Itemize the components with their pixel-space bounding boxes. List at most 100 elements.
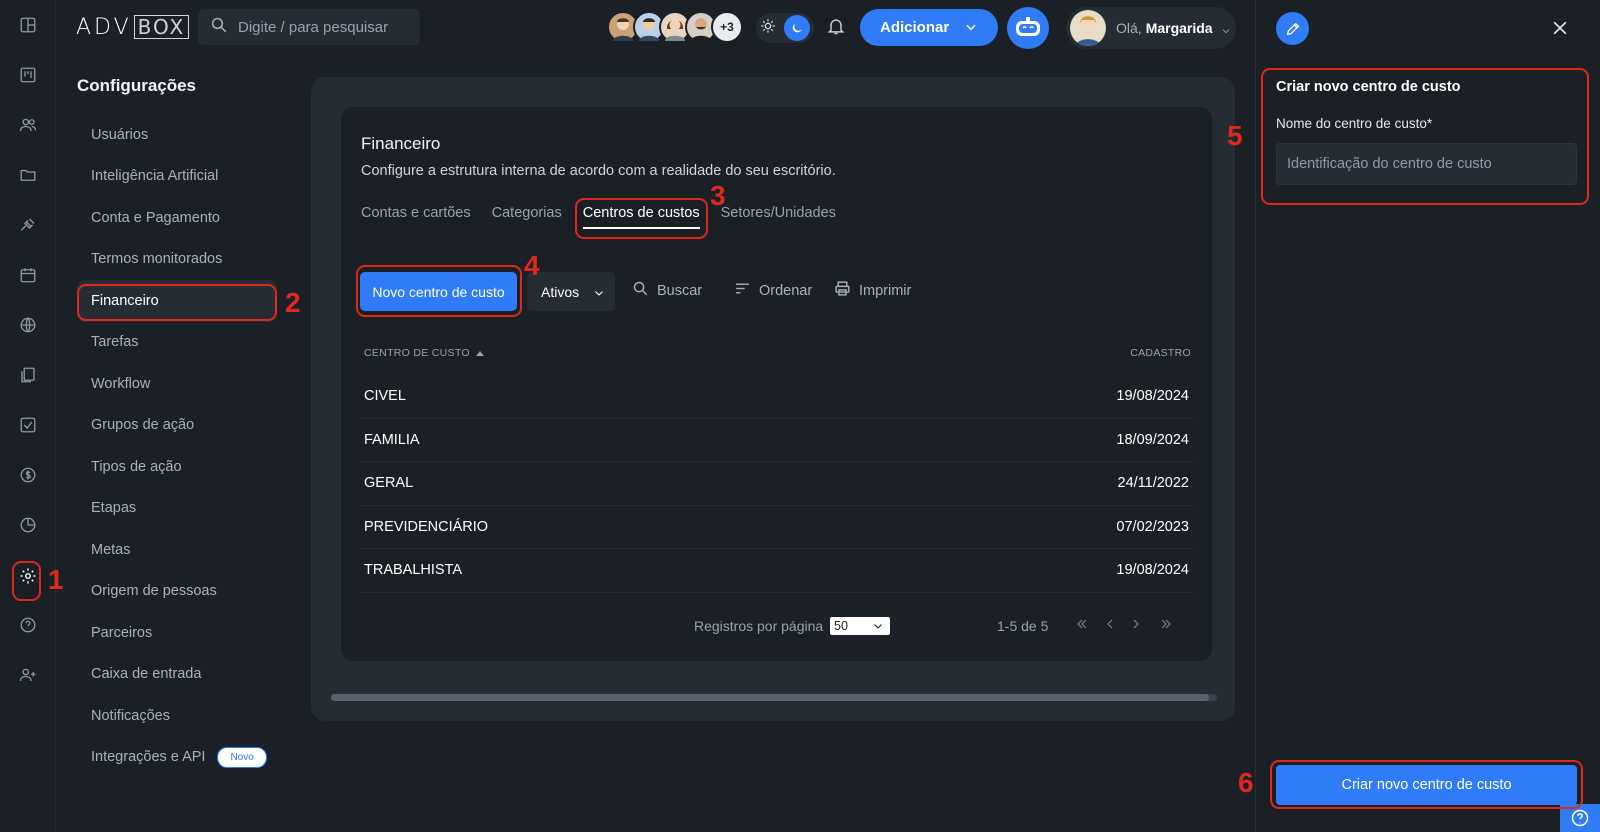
cost-center-name: TRABALHISTA xyxy=(364,562,463,579)
scrollbar-thumb[interactable] xyxy=(331,694,1209,701)
column-header-centro[interactable]: CENTRO DE CUSTO xyxy=(364,347,484,359)
assistant-bot-icon[interactable] xyxy=(1007,7,1049,49)
settings-item-label: Workflow xyxy=(91,375,151,392)
prev-page-icon[interactable] xyxy=(1102,616,1118,632)
close-icon[interactable] xyxy=(1550,18,1570,38)
first-page-icon[interactable] xyxy=(1074,616,1090,632)
kanban-icon[interactable] xyxy=(16,63,40,87)
settings-item-label: Inteligência Artificial xyxy=(91,168,219,185)
settings-item-usuarios[interactable]: Usuários xyxy=(77,114,277,156)
create-cost-center-button[interactable]: Criar novo centro de custo xyxy=(1276,765,1577,805)
settings-item-tipos[interactable]: Tipos de ação xyxy=(77,446,277,488)
calendar-icon[interactable] xyxy=(16,263,40,287)
section-title: Financeiro xyxy=(361,134,441,153)
cost-center-date: 19/08/2024 xyxy=(1116,388,1189,405)
settings-item-grupos[interactable]: Grupos de ação xyxy=(77,405,277,447)
status-filter-select[interactable]: Ativos xyxy=(527,272,615,311)
column-header-cadastro[interactable]: CADASTRO xyxy=(1130,347,1191,359)
settings-item-integracoes[interactable]: Integrações e API Novo xyxy=(77,737,277,779)
settings-item-tarefas[interactable]: Tarefas xyxy=(77,322,277,364)
help-icon[interactable] xyxy=(1560,804,1600,832)
pencil-icon xyxy=(1276,12,1309,45)
print-button[interactable]: Imprimir xyxy=(834,280,911,301)
settings-item-parceiros[interactable]: Parceiros xyxy=(77,612,277,654)
folder-icon[interactable] xyxy=(16,163,40,187)
add-button[interactable]: Adicionar xyxy=(860,9,998,46)
globe-icon[interactable] xyxy=(16,313,40,337)
settings-item-label: Usuários xyxy=(91,126,149,143)
bell-icon[interactable] xyxy=(826,16,850,40)
theme-toggle[interactable] xyxy=(756,13,814,43)
app-root: ADV BOX +3 Adicionar Olá, Margarida Conf… xyxy=(0,0,1600,832)
settings-item-label: Notificações xyxy=(91,707,170,724)
sort-asc-icon xyxy=(475,350,484,356)
documents-icon[interactable] xyxy=(16,363,40,387)
add-user-icon[interactable] xyxy=(16,663,40,687)
global-search[interactable] xyxy=(198,9,420,45)
dashboard-icon[interactable] xyxy=(16,13,40,37)
advbox-logo[interactable]: ADV BOX xyxy=(76,14,190,40)
settings-item-caixa[interactable]: Caixa de entrada xyxy=(77,654,277,696)
print-button-label: Imprimir xyxy=(859,282,912,299)
annotation-number-4: 4 xyxy=(524,250,540,281)
chevron-down-icon xyxy=(872,620,884,632)
search-button[interactable]: Buscar xyxy=(632,280,702,301)
cost-center-date: 24/11/2022 xyxy=(1117,475,1190,492)
logo-text: ADV xyxy=(76,14,132,40)
cost-center-name-label: Nome do centro de custo* xyxy=(1276,116,1433,131)
settings-item-label: Integrações e API xyxy=(91,749,206,766)
annotation-number-2: 2 xyxy=(285,287,301,318)
settings-item-label: Financeiro xyxy=(91,292,159,309)
gavel-icon[interactable] xyxy=(16,213,40,237)
settings-item-notificacoes[interactable]: Notificações xyxy=(77,695,277,737)
per-page-select[interactable]: 50 xyxy=(830,617,890,635)
last-page-icon[interactable] xyxy=(1158,616,1174,632)
tab-contas[interactable]: Contas e cartões xyxy=(361,205,471,229)
cost-center-date: 19/08/2024 xyxy=(1116,562,1189,579)
table-row[interactable]: FAMILIA 18/09/2024 xyxy=(360,419,1193,462)
cost-center-date: 18/09/2024 xyxy=(1116,431,1189,448)
tab-centros-de-custos[interactable]: Centros de custos xyxy=(582,205,700,229)
more-avatars-badge[interactable]: +3 xyxy=(711,11,743,43)
settings-item-conta[interactable]: Conta e Pagamento xyxy=(77,197,277,239)
table-row[interactable]: PREVIDENCIÁRIO 07/02/2023 xyxy=(360,506,1193,549)
sort-button[interactable]: Ordenar xyxy=(734,280,812,301)
cost-center-name-input[interactable] xyxy=(1276,143,1577,185)
settings-item-etapas[interactable]: Etapas xyxy=(77,488,277,530)
settings-item-metas[interactable]: Metas xyxy=(77,529,277,571)
new-cost-center-button[interactable]: Novo centro de custo xyxy=(360,272,517,311)
help-icon[interactable] xyxy=(16,613,40,637)
annotation-number-3: 3 xyxy=(710,180,726,211)
status-filter-value: Ativos xyxy=(541,283,580,300)
settings-item-label: Termos monitorados xyxy=(91,251,223,268)
moon-icon[interactable] xyxy=(784,15,810,41)
search-input[interactable] xyxy=(238,18,408,36)
table-row[interactable]: GERAL 24/11/2022 xyxy=(360,462,1193,506)
team-avatars[interactable]: +3 xyxy=(607,11,743,45)
pie-chart-icon[interactable] xyxy=(16,513,40,537)
settings-item-ia[interactable]: Inteligência Artificial xyxy=(77,156,277,198)
next-page-icon[interactable] xyxy=(1128,616,1144,632)
checkbox-icon[interactable] xyxy=(16,413,40,437)
table-row[interactable]: TRABALHISTA 19/08/2024 xyxy=(360,549,1193,593)
horizontal-scrollbar[interactable] xyxy=(331,694,1217,701)
table-row[interactable]: CIVEL 19/08/2024 xyxy=(360,375,1193,419)
chevron-down-icon xyxy=(593,286,605,298)
tab-categorias[interactable]: Categorias xyxy=(492,205,562,229)
sun-icon[interactable] xyxy=(760,18,776,39)
gear-icon[interactable] xyxy=(16,564,40,588)
tab-setores[interactable]: Setores/Unidades xyxy=(721,205,836,229)
dollar-icon[interactable] xyxy=(16,463,40,487)
chevron-down-icon xyxy=(964,20,978,34)
settings-item-financeiro[interactable]: Financeiro xyxy=(77,280,277,322)
user-menu[interactable]: Olá, Margarida xyxy=(1066,7,1236,49)
cost-center-name: PREVIDENCIÁRIO xyxy=(364,518,489,535)
user-avatar xyxy=(1070,10,1106,46)
form-title: Criar novo centro de custo xyxy=(1276,79,1461,95)
settings-item-termos[interactable]: Termos monitorados xyxy=(77,239,277,281)
settings-item-origem[interactable]: Origem de pessoas xyxy=(77,571,277,613)
settings-item-workflow[interactable]: Workflow xyxy=(77,363,277,405)
cost-center-name: CIVEL xyxy=(364,388,406,405)
people-icon[interactable] xyxy=(16,113,40,137)
cost-center-date: 07/02/2023 xyxy=(1116,518,1189,535)
